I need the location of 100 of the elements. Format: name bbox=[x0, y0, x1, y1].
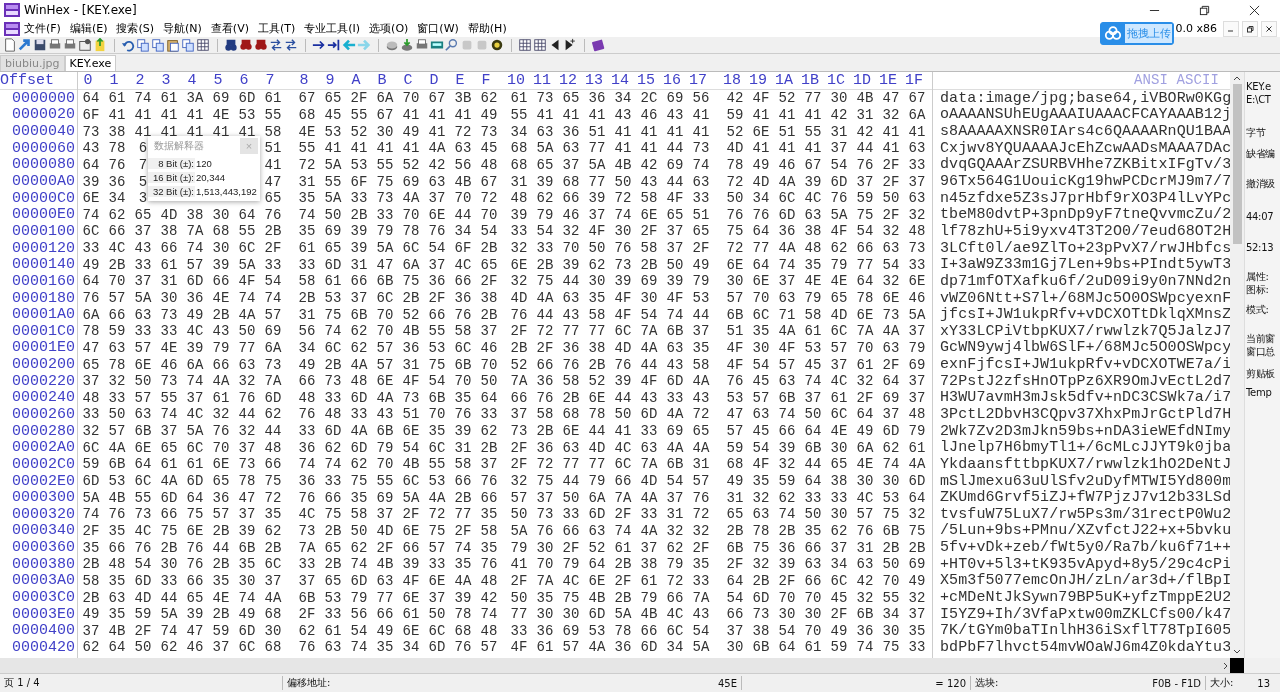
menu-item[interactable]: 专业工具(I) bbox=[304, 21, 361, 36]
hex-byte: 6E bbox=[186, 522, 204, 539]
hex-byte: 33 bbox=[350, 406, 368, 423]
close-icon[interactable] bbox=[1265, 24, 1273, 33]
hex-byte: 67 bbox=[298, 90, 316, 107]
open-arrow-icon[interactable] bbox=[18, 38, 32, 52]
close-icon[interactable] bbox=[1249, 4, 1260, 16]
menu-item[interactable]: 窗口(W) bbox=[417, 21, 459, 36]
hex-replace-icon[interactable] bbox=[284, 38, 298, 52]
menu-item[interactable]: 文件(F) bbox=[24, 21, 61, 36]
file-tab[interactable]: KEY.exe bbox=[64, 55, 117, 71]
hex-byte: 4A bbox=[428, 140, 446, 157]
scrollbar-thumb[interactable] bbox=[1232, 84, 1242, 244]
hex-byte: 41 bbox=[536, 106, 554, 123]
binoculars-icon[interactable] bbox=[224, 38, 238, 52]
hex-byte: 37 bbox=[238, 439, 256, 456]
hex-byte: 36 bbox=[428, 273, 446, 290]
hex-byte: 32 bbox=[562, 223, 580, 240]
restore-icon[interactable] bbox=[1246, 24, 1254, 33]
hex-byte: 62 bbox=[350, 456, 368, 473]
menu-item[interactable]: 导航(N) bbox=[163, 21, 202, 36]
hex-byte: 44 bbox=[588, 423, 606, 440]
menu-item[interactable]: 编辑(E) bbox=[69, 21, 108, 36]
hex-byte: 59 bbox=[134, 606, 152, 623]
grid-icon[interactable] bbox=[518, 38, 532, 52]
hex-byte: 6D bbox=[264, 389, 282, 406]
hex-byte: 44 bbox=[856, 140, 874, 157]
hex-byte: 37 bbox=[830, 140, 848, 157]
hex-byte: 6B bbox=[454, 356, 472, 373]
table-icon[interactable] bbox=[533, 38, 547, 52]
hex-byte: 48 bbox=[480, 622, 498, 639]
hex-byte: 69 bbox=[908, 556, 926, 573]
hex-byte: 74 bbox=[350, 639, 368, 656]
hex-byte: 4A bbox=[640, 489, 658, 506]
hex-byte: 63 bbox=[428, 173, 446, 190]
hex-byte: 5A bbox=[830, 206, 848, 223]
export-icon[interactable] bbox=[93, 38, 107, 52]
hex-copy-icon[interactable] bbox=[196, 38, 210, 52]
hex-byte: 50 bbox=[324, 206, 342, 223]
horizontal-scrollbar[interactable] bbox=[0, 658, 1230, 673]
hex-byte: 65 bbox=[186, 589, 204, 606]
save-icon[interactable] bbox=[33, 38, 47, 52]
hex-byte: 2B bbox=[480, 240, 498, 257]
hex-search-icon[interactable] bbox=[254, 38, 268, 52]
hex-byte: 76 bbox=[614, 356, 632, 373]
hex-byte: 74 bbox=[160, 406, 178, 423]
printer-icon[interactable] bbox=[415, 38, 429, 52]
hex-byte: 6D bbox=[238, 90, 256, 107]
replace-icon[interactable] bbox=[269, 38, 283, 52]
hex-byte: 6E bbox=[402, 423, 420, 440]
hex-byte: 30 bbox=[238, 572, 256, 589]
paste-icon[interactable] bbox=[166, 38, 180, 52]
hex-byte: 4B bbox=[108, 489, 126, 506]
hex-byte: 50 bbox=[588, 240, 606, 257]
menu-item[interactable]: 搜索(S) bbox=[116, 21, 155, 36]
hex-byte: 35 bbox=[238, 556, 256, 573]
copy-icon[interactable] bbox=[151, 38, 165, 52]
arrow-right-icon[interactable] bbox=[312, 38, 326, 52]
triangle-right-icon[interactable] bbox=[563, 38, 577, 52]
printer-icon[interactable] bbox=[48, 38, 62, 52]
hex-byte: 72 bbox=[666, 572, 684, 589]
hex-byte: 32 bbox=[908, 506, 926, 523]
hex-byte: 2F bbox=[510, 456, 528, 473]
copy-icon[interactable] bbox=[136, 38, 150, 52]
vertical-scrollbar[interactable] bbox=[1230, 72, 1244, 658]
hex-byte: 32 bbox=[908, 589, 926, 606]
printer-icon[interactable] bbox=[63, 38, 77, 52]
properties-icon[interactable] bbox=[78, 38, 92, 52]
hex-byte: 77 bbox=[588, 456, 606, 473]
offset-label: 00000C0 bbox=[11, 189, 75, 207]
hex-byte: 52 bbox=[402, 306, 420, 323]
hex-byte: 54 bbox=[856, 223, 874, 240]
hex-byte: 36 bbox=[562, 123, 580, 140]
hex-byte: 39 bbox=[588, 190, 606, 207]
hex-byte: 63 bbox=[692, 173, 710, 190]
hex-byte: 6C bbox=[82, 439, 100, 456]
undo-icon[interactable] bbox=[121, 38, 135, 52]
binoculars-icon[interactable] bbox=[239, 38, 253, 52]
hex-byte: 62 bbox=[666, 539, 684, 556]
hex-byte: 74 bbox=[614, 522, 632, 539]
menu-item[interactable]: 查看(V) bbox=[210, 21, 249, 36]
goto-icon[interactable] bbox=[327, 38, 341, 52]
menu-item[interactable]: 帮助(H) bbox=[467, 21, 507, 36]
hex-byte: 30 bbox=[830, 90, 848, 107]
menu-item[interactable]: 工具(T) bbox=[257, 21, 296, 36]
hex-byte: 67 bbox=[804, 156, 822, 173]
magnifier-icon[interactable] bbox=[445, 38, 459, 52]
restore-icon[interactable] bbox=[1199, 4, 1210, 16]
hex-byte: 33 bbox=[298, 423, 316, 440]
hex-byte: 33 bbox=[692, 572, 710, 589]
disk-icon[interactable] bbox=[400, 38, 414, 52]
hex-byte: 39 bbox=[778, 556, 796, 573]
hex-byte: 5A bbox=[160, 606, 178, 623]
ascii-header: ANSI ASCII bbox=[1134, 72, 1219, 88]
offset-label: 00001E0 bbox=[11, 339, 75, 357]
copy-icon[interactable] bbox=[181, 38, 195, 52]
column-header: 0 bbox=[82, 72, 94, 89]
menu-item[interactable]: 选项(O) bbox=[369, 21, 409, 36]
hex-byte: 33 bbox=[830, 489, 848, 506]
hex-byte: 72 bbox=[726, 173, 744, 190]
